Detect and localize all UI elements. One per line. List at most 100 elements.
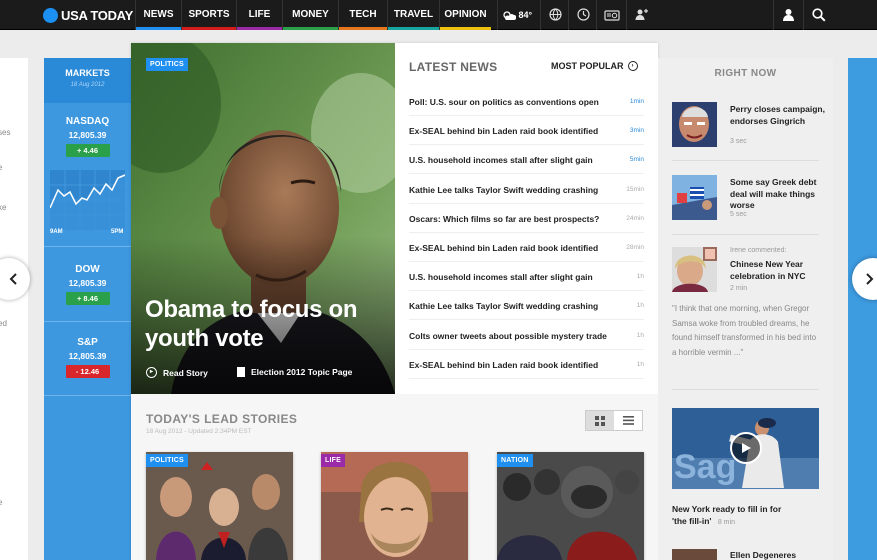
play-button[interactable] xyxy=(730,432,762,464)
right-now-thumb xyxy=(672,548,717,560)
lead-photo-portrait xyxy=(321,452,468,560)
grid-icon xyxy=(595,415,605,426)
radio-icon[interactable] xyxy=(596,0,626,30)
document-icon xyxy=(237,367,245,377)
divider xyxy=(44,246,131,247)
right-now-item[interactable]: Ellen Degeneres xyxy=(672,548,822,560)
right-now-item[interactable]: Some say Greek debt deal will make thing… xyxy=(672,175,822,221)
news-headline: U.S. household incomes stall after sligh… xyxy=(409,155,593,166)
most-popular-button[interactable]: MOST POPULAR › xyxy=(551,61,638,71)
nav-sports[interactable]: SPORTS xyxy=(181,0,236,30)
news-headline: Colts owner tweets about possible myster… xyxy=(409,330,607,341)
news-list-item[interactable]: Colts owner tweets about possible myster… xyxy=(409,321,644,350)
divider xyxy=(672,234,819,235)
news-time: 24min xyxy=(626,214,644,222)
news-list-item[interactable]: Ex-SEAL behind bin Laden raid book ident… xyxy=(409,116,644,146)
video-thumbnail[interactable]: Sag xyxy=(672,408,819,489)
logo-dot-icon xyxy=(43,7,58,23)
news-headline: Oscars: Which films so far are best pros… xyxy=(409,213,600,224)
weather-widget[interactable]: 84° xyxy=(497,0,540,30)
right-now-item[interactable]: Irene commented: Chinese New Year celebr… xyxy=(672,247,822,293)
usatoday-logo[interactable]: USA TODAY xyxy=(43,6,133,24)
news-list-item[interactable]: U.S. household incomes stall after sligh… xyxy=(409,145,644,175)
market-change-badge: - 12.46 xyxy=(65,365,110,378)
play-circle-icon: ▸ xyxy=(146,367,157,378)
news-headline: Kathie Lee talks Taylor Swift wedding cr… xyxy=(409,184,599,195)
market-dow[interactable]: DOW 12,805.39 + 8.46 xyxy=(44,264,131,306)
video-title[interactable]: New York ready to fill in for 'the fill-… xyxy=(672,503,797,529)
nav-travel[interactable]: TRAVEL xyxy=(387,0,439,30)
chart-start-label: 9AM xyxy=(50,229,63,235)
news-headline: Poll: U.S. sour on politics as conventio… xyxy=(409,97,599,107)
svg-text:Sag: Sag xyxy=(674,448,736,486)
chevron-left-icon xyxy=(9,273,17,285)
list-view-button[interactable] xyxy=(614,411,642,430)
view-toggle xyxy=(585,410,643,431)
news-list-item[interactable]: Ex-SEAL behind bin Laden raid book ident… xyxy=(409,233,644,262)
lead-stories-heading: TODAY'S LEAD STORIES xyxy=(146,412,298,426)
next-card-edge: WoNatCoPolOpiRelMilTREEleBarSOEleBa xyxy=(848,58,877,560)
top-navigation: USA TODAY NEWS SPORTS LIFE MONEY TECH TR… xyxy=(0,0,877,30)
play-icon xyxy=(742,443,751,453)
read-story-link[interactable]: ▸ Read Story xyxy=(146,367,208,378)
latest-news-heading: LATEST NEWS xyxy=(409,60,498,74)
previous-card-edge: ses e ke ed e xyxy=(0,58,28,560)
weather-sun-cloud-icon xyxy=(503,10,517,20)
right-now-thumb xyxy=(672,247,717,292)
news-list-item[interactable]: Oscars: Which films so far are best pros… xyxy=(409,204,644,233)
right-now-heading: RIGHT NOW xyxy=(714,68,777,79)
divider xyxy=(672,160,819,161)
market-nasdaq[interactable]: NASDAQ 12,805.39 + 4.46 xyxy=(44,116,131,158)
news-list-item[interactable]: U.S. household incomes stall after sligh… xyxy=(409,262,644,292)
person-add-icon[interactable] xyxy=(626,0,656,30)
right-now-panel: RIGHT NOW Perry closes campaign, endorse… xyxy=(658,58,833,560)
arrow-right-circle-icon: › xyxy=(627,61,638,71)
list-icon xyxy=(622,416,634,425)
lead-story-card[interactable]: LIFE xyxy=(321,452,468,560)
logo-text: USA TODAY xyxy=(61,7,133,23)
chart-end-label: 5PM xyxy=(111,229,124,235)
hero-category-tag[interactable]: POLITICS xyxy=(146,58,188,71)
markets-panel: MARKETS 18 Aug 2012 NASDAQ 12,805.39 + 4… xyxy=(44,58,131,560)
divider xyxy=(672,389,819,390)
lead-story-card[interactable]: NATION xyxy=(497,452,644,560)
right-now-thumb xyxy=(672,102,717,147)
nav-news[interactable]: NEWS xyxy=(135,0,181,30)
lead-photo-police xyxy=(497,452,644,560)
news-time: 1h xyxy=(636,302,644,310)
market-change-badge: + 4.46 xyxy=(65,144,110,157)
lead-story-card[interactable]: POLITICS xyxy=(146,452,293,560)
news-headline: Ex-SEAL behind bin Laden raid book ident… xyxy=(409,359,599,370)
comment-quote: "I think that one morning, when Gregor S… xyxy=(672,304,817,357)
card-category-tag: POLITICS xyxy=(146,454,188,467)
news-time: 3min xyxy=(629,127,644,135)
topic-page-link[interactable]: Election 2012 Topic Page xyxy=(237,367,352,377)
hero-story[interactable]: POLITICS Obama to focus on youth vote ▸ … xyxy=(131,43,395,394)
hero-headline[interactable]: Obama to focus on youth vote xyxy=(145,295,385,353)
news-headline: Ex-SEAL behind bin Laden raid book ident… xyxy=(409,243,599,253)
clock-icon[interactable] xyxy=(568,0,598,30)
nav-tech[interactable]: TECH xyxy=(338,0,387,30)
divider xyxy=(44,395,131,396)
nav-money[interactable]: MONEY xyxy=(282,0,338,30)
news-list-item[interactable]: Kathie Lee talks Taylor Swift wedding cr… xyxy=(409,175,644,204)
nav-opinion[interactable]: OPINION xyxy=(439,0,491,30)
news-time: 5min xyxy=(629,156,644,164)
grid-view-button[interactable] xyxy=(586,411,614,430)
user-icon[interactable] xyxy=(773,0,803,30)
market-sp[interactable]: S&P 12,805.39 - 12.46 xyxy=(44,337,131,379)
right-now-item[interactable]: Perry closes campaign, endorses Gingrich… xyxy=(672,102,825,148)
news-list-item[interactable]: Ex-SEAL behind bin Laden raid book ident… xyxy=(409,350,644,379)
news-list-item[interactable]: Poll: U.S. sour on politics as conventio… xyxy=(409,87,644,116)
lead-photo-crowd xyxy=(146,452,293,560)
globe-icon[interactable] xyxy=(540,0,570,30)
markets-title: MARKETS xyxy=(65,68,110,78)
card-category-tag: LIFE xyxy=(321,454,345,467)
markets-header: MARKETS 18 Aug 2012 xyxy=(44,58,131,103)
news-list-item[interactable]: Kathie Lee talks Taylor Swift wedding cr… xyxy=(409,291,644,321)
weather-temp: 84° xyxy=(518,10,533,20)
lead-stories-updated: 18 Aug 2012 - Updated 2:34PM EST xyxy=(146,428,252,435)
search-icon[interactable] xyxy=(803,0,833,30)
nav-life[interactable]: LIFE xyxy=(236,0,282,30)
latest-news-panel: LATEST NEWS MOST POPULAR › Poll: U.S. so… xyxy=(395,43,658,394)
